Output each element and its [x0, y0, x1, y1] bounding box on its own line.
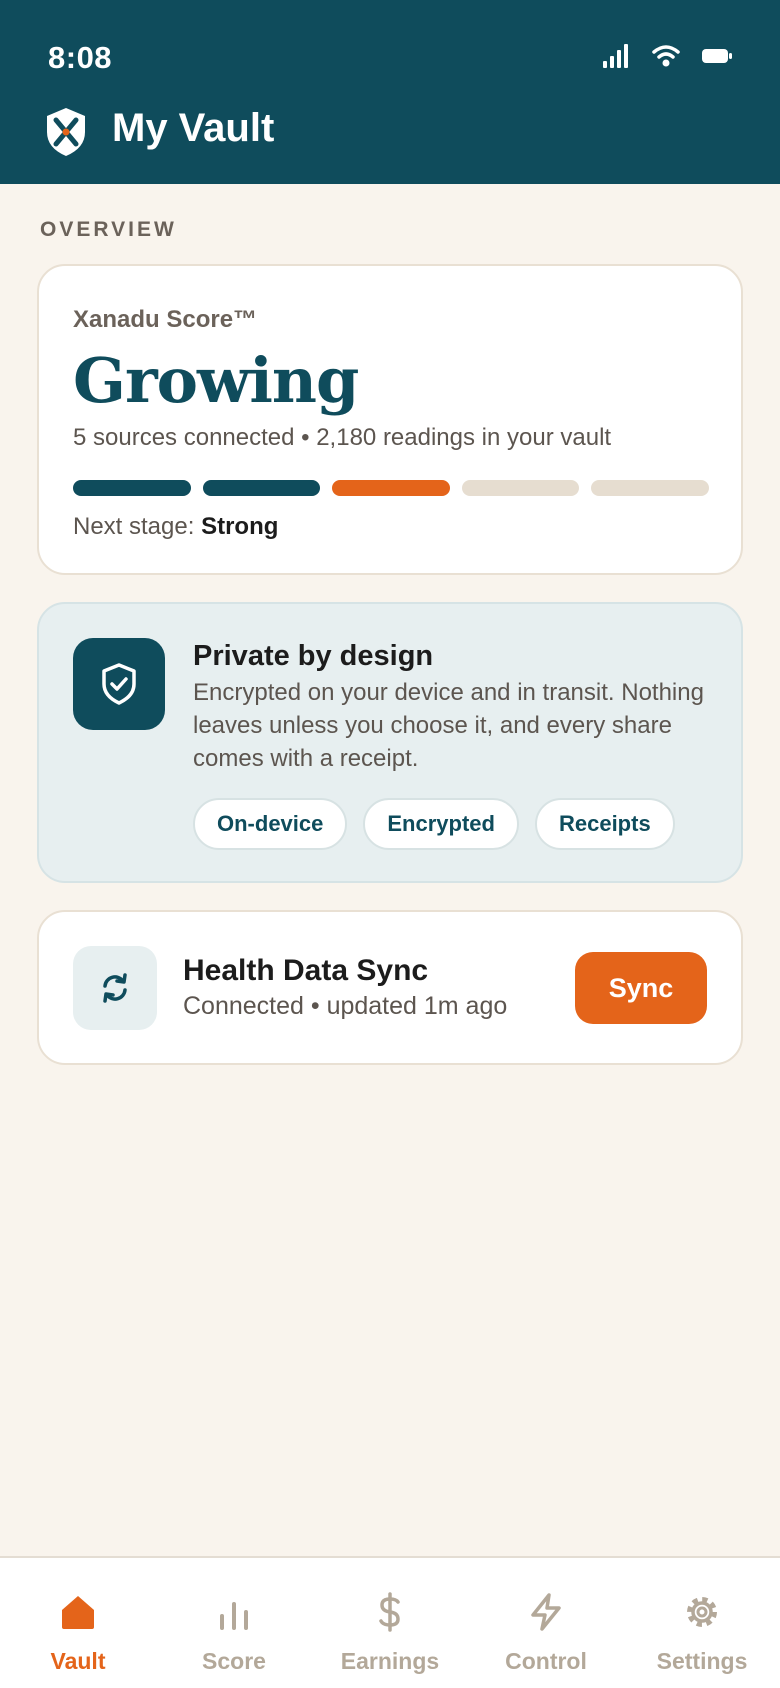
bar-chart-icon [212, 1590, 256, 1634]
next-stage: Next stage: Strong [73, 513, 278, 541]
wifi-icon [652, 44, 680, 68]
privacy-body: Encrypted on your device and in transit.… [193, 679, 704, 772]
bottom-tab-bar: Vault Score Earnings Control Settings [0, 1556, 780, 1688]
shield-check-icon [73, 638, 165, 730]
progress-segment [73, 480, 191, 496]
chip-receipts[interactable]: Receipts [534, 798, 675, 850]
sync-icon [73, 946, 157, 1030]
sync-title: Health Data Sync [183, 954, 429, 987]
score-value: Growing [73, 344, 359, 417]
tab-label: Earnings [340, 1648, 440, 1674]
chip-on-device[interactable]: On-device [193, 798, 348, 850]
lightning-icon [524, 1590, 568, 1634]
tab-score[interactable]: Score [156, 1558, 312, 1688]
score-label: Xanadu Score™ [73, 306, 258, 333]
tab-earnings[interactable]: Earnings [312, 1558, 468, 1688]
progress-segment [591, 480, 709, 496]
privacy-card: Private by design Encrypted on your devi… [37, 602, 743, 883]
sync-status: Connected • updated 1m ago [183, 992, 508, 1020]
score-card[interactable]: Xanadu Score™ Growing 5 sources connecte… [37, 264, 743, 575]
chip-encrypted[interactable]: Encrypted [363, 798, 519, 850]
xanadu-logo-icon [44, 106, 88, 158]
tab-vault[interactable]: Vault [0, 1558, 156, 1688]
tab-label: Vault [50, 1648, 106, 1674]
health-sync-card: Health Data Sync Connected • updated 1m … [37, 910, 743, 1065]
next-stage-value: Strong [201, 513, 279, 540]
next-stage-prefix: Next stage: [73, 513, 202, 540]
cellular-signal-icon [602, 44, 630, 68]
progress-segment [202, 480, 321, 496]
gear-icon [680, 1590, 724, 1634]
home-icon [56, 1590, 100, 1634]
tab-label: Settings [656, 1648, 748, 1674]
tab-control[interactable]: Control [468, 1558, 624, 1688]
score-subtitle: 5 sources connected • 2,180 readings in … [73, 424, 612, 451]
sync-button[interactable]: Sync [575, 952, 707, 1024]
app-header: 8:08 My Vault [0, 0, 780, 184]
section-label-overview: OVERVIEW [40, 218, 177, 241]
tab-settings[interactable]: Settings [624, 1558, 780, 1688]
tab-label: Control [505, 1648, 587, 1674]
progress-segment [332, 480, 450, 496]
status-icons [602, 44, 732, 68]
score-progress-bar [73, 480, 709, 496]
progress-segment [461, 480, 580, 496]
dollar-icon [368, 1590, 412, 1634]
tab-label: Score [202, 1648, 266, 1674]
privacy-title: Private by design [193, 640, 434, 672]
battery-icon [702, 48, 732, 64]
status-time: 8:08 [48, 40, 113, 75]
privacy-chips: On-device Encrypted Receipts [193, 798, 675, 850]
page-title: My Vault [112, 106, 275, 150]
